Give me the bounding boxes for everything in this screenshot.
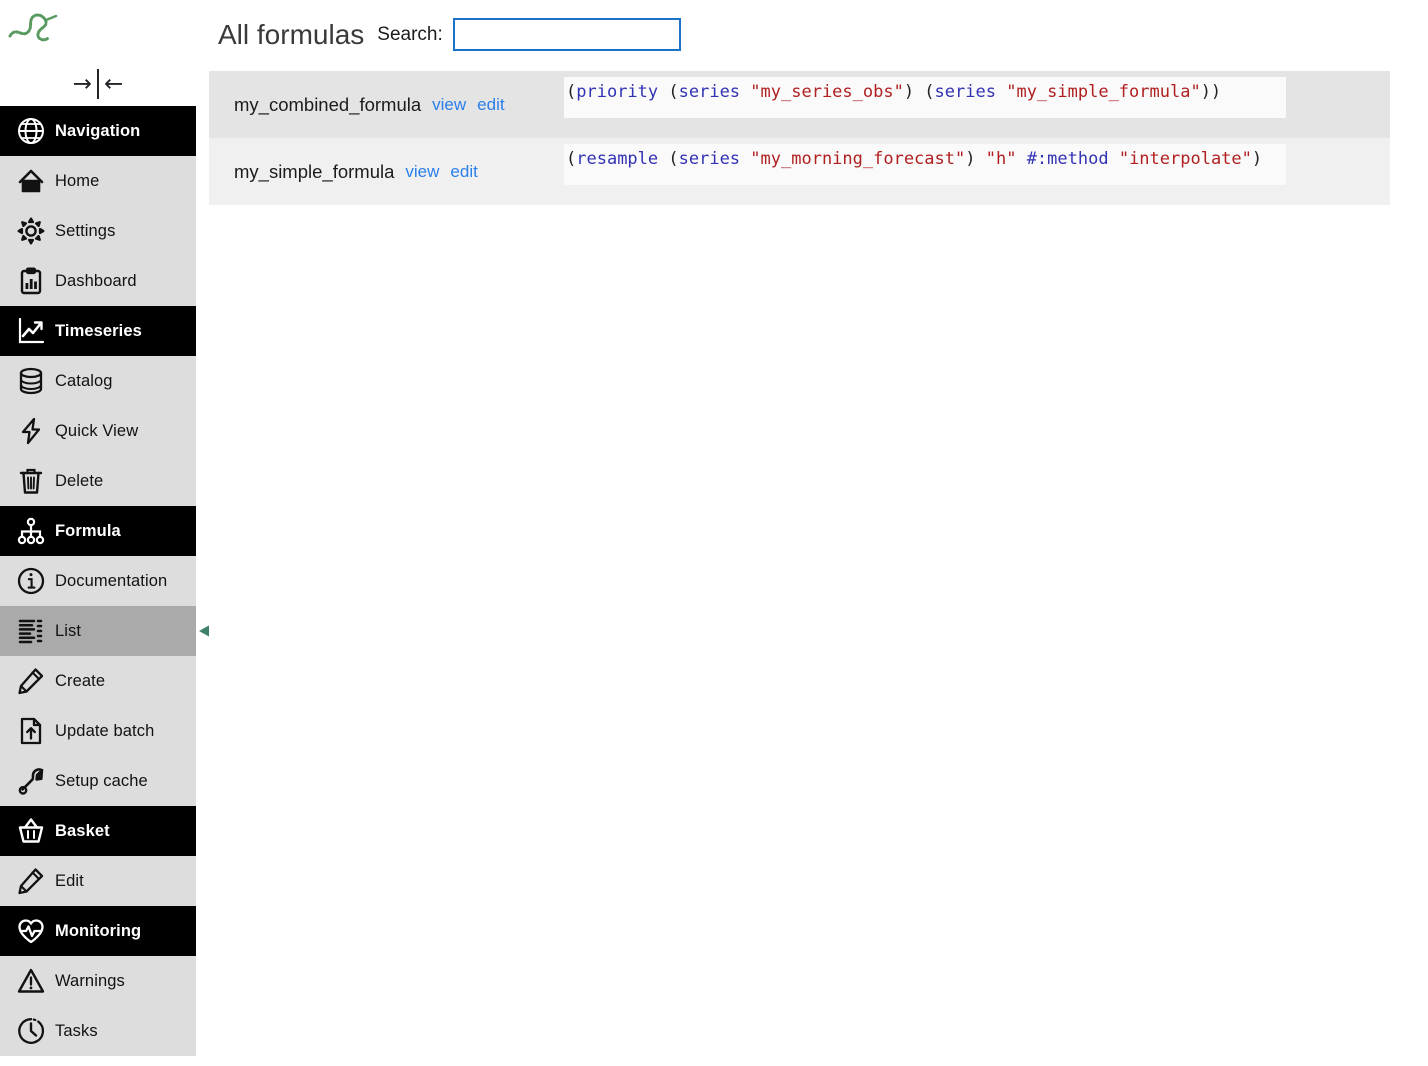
sidebar-item-monitoring[interactable]: Monitoring — [0, 906, 196, 956]
arrow-right-icon: → — [72, 70, 92, 97]
formula-code: (resample (series "my_morning_forecast")… — [564, 144, 1286, 185]
arrow-left-icon: ← — [104, 70, 124, 97]
trending-up-icon — [9, 312, 53, 350]
toggle-divider — [97, 69, 99, 99]
table-row: my_combined_formula view edit (priority (se… — [209, 71, 1390, 138]
globe-icon — [9, 112, 53, 150]
formula-name: my_combined_formula — [234, 93, 422, 115]
sidebar-item-navigation[interactable]: Navigation — [0, 106, 196, 156]
sidebar-item-tasks[interactable]: Tasks — [0, 1006, 196, 1056]
search-label: Search: — [377, 23, 443, 45]
table-row: my_simple_formula view edit (resample (seri… — [209, 138, 1390, 205]
pencil-icon — [9, 662, 53, 700]
sidebar-item-label: Setup cache — [55, 771, 148, 790]
sidebar-item-label: Timeseries — [55, 321, 142, 340]
sidebar-item-label: Warnings — [55, 971, 125, 990]
formula-name: my_simple_formula — [234, 160, 395, 182]
page-title: All formulas — [218, 18, 365, 50]
sidebar-item-label: List — [55, 621, 82, 640]
sidebar-item-label: Dashboard — [55, 271, 137, 290]
search-input[interactable] — [452, 18, 681, 51]
sidebar-item-label: Create — [55, 671, 106, 690]
edit-link[interactable]: edit — [450, 162, 477, 182]
sidebar-collapse-toggle[interactable]: → ← — [0, 62, 196, 106]
sidebar-item-formula[interactable]: Formula — [0, 506, 196, 556]
wrench-icon — [9, 762, 53, 800]
sidebar-item-label: Home — [55, 171, 100, 190]
edit-link[interactable]: edit — [477, 95, 504, 115]
pencil-icon — [9, 862, 53, 900]
sidebar-item-label: Update batch — [55, 721, 155, 740]
sidebar-item-dashboard[interactable]: Dashboard — [0, 256, 196, 306]
sidebar-item-home[interactable]: Home — [0, 156, 196, 206]
sidebar-item-label: Basket — [55, 821, 110, 840]
sidebar-item-label: Edit — [55, 871, 84, 890]
sidebar-item-label: Settings — [55, 221, 116, 240]
file-upload-icon — [9, 712, 53, 750]
sidebar-item-quick-view[interactable]: Quick View — [0, 406, 196, 456]
sidebar-item-label: Documentation — [55, 571, 168, 590]
sidebar-nav-list: Navigation Home Settings Dashboard Timeserie… — [0, 106, 196, 1056]
warning-icon — [9, 962, 53, 1000]
sidebar-item-catalog[interactable]: Catalog — [0, 356, 196, 406]
sidebar-item-documentation[interactable]: Documentation — [0, 556, 196, 606]
view-link[interactable]: view — [432, 95, 466, 115]
formula-code: (priority (series "my_series_obs") (seri… — [564, 77, 1286, 118]
sidebar-item-setup-cache[interactable]: Setup cache — [0, 756, 196, 806]
sidebar-item-settings[interactable]: Settings — [0, 206, 196, 256]
formula-name-cell: my_simple_formula view edit — [209, 138, 564, 205]
sidebar-item-label: Navigation — [55, 121, 141, 140]
gear-icon — [9, 212, 53, 250]
main-content: All formulas Search: my_combined_formula… — [209, 0, 1428, 1066]
lightning-icon — [9, 412, 53, 450]
sidebar-item-label: Delete — [55, 471, 104, 490]
trash-icon — [9, 462, 53, 500]
clock-icon — [9, 1012, 53, 1050]
sidebar-item-basket[interactable]: Basket — [0, 806, 196, 856]
sidebar: → ← Navigation Home Settings Dashboard Times… — [0, 0, 196, 1066]
sidebar-item-label: Quick View — [55, 421, 139, 440]
dashboard-icon — [9, 262, 53, 300]
snake-logo — [6, 4, 66, 50]
view-link[interactable]: view — [405, 162, 439, 182]
sidebar-item-list[interactable]: List — [0, 606, 196, 656]
formula-code-cell: (priority (series "my_series_obs") (seri… — [564, 71, 1390, 138]
sidebar-item-edit[interactable]: Edit — [0, 856, 196, 906]
database-icon — [9, 362, 53, 400]
home-icon — [9, 162, 53, 200]
sidebar-item-label: Formula — [55, 521, 121, 540]
formula-table: my_combined_formula view edit (priority (se… — [209, 71, 1390, 205]
info-icon — [9, 562, 53, 600]
sidebar-item-timeseries[interactable]: Timeseries — [0, 306, 196, 356]
list-icon — [9, 612, 53, 650]
sidebar-item-delete[interactable]: Delete — [0, 456, 196, 506]
formula-name-cell: my_combined_formula view edit — [209, 71, 564, 138]
formula-code-cell: (resample (series "my_morning_forecast")… — [564, 138, 1390, 205]
sidebar-item-update-batch[interactable]: Update batch — [0, 706, 196, 756]
heartbeat-icon — [9, 912, 53, 950]
basket-icon — [9, 812, 53, 850]
sidebar-item-warnings[interactable]: Warnings — [0, 956, 196, 1006]
sidebar-item-label: Tasks — [55, 1021, 98, 1040]
sidebar-item-label: Monitoring — [55, 921, 142, 940]
sitemap-icon — [9, 512, 53, 550]
sidebar-item-label: Catalog — [55, 371, 113, 390]
sidebar-item-create[interactable]: Create — [0, 656, 196, 706]
page-header: All formulas Search: — [218, 18, 681, 51]
